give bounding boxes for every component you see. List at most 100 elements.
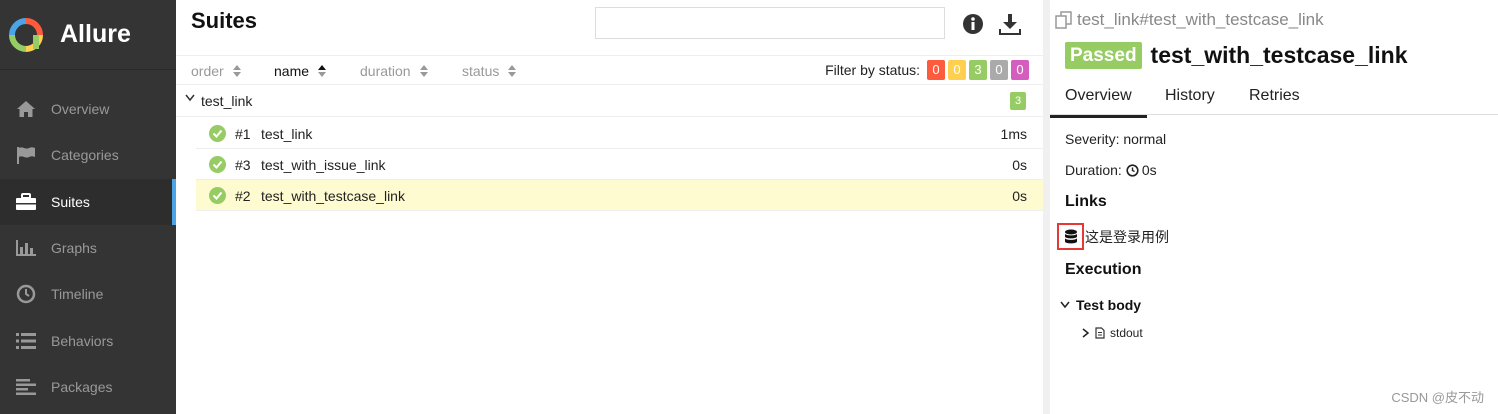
testcase-header: Passed test_with_testcase_link — [1065, 42, 1408, 69]
download-icon[interactable] — [998, 13, 1022, 37]
sidebar-item-packages[interactable]: Packages — [0, 364, 176, 410]
list-icon — [14, 329, 38, 353]
file-icon — [1095, 327, 1105, 339]
briefcase-icon — [14, 190, 38, 214]
links-heading: Links — [1065, 193, 1107, 210]
search-input[interactable] — [595, 7, 945, 39]
tab-overview[interactable]: Overview — [1050, 87, 1147, 118]
attachment-label: stdout — [1110, 326, 1143, 340]
brand[interactable]: Allure — [0, 0, 176, 70]
sort-label: duration — [360, 63, 411, 79]
sidebar-item-categories[interactable]: Categories — [0, 132, 176, 178]
copy-icon — [1055, 11, 1072, 29]
sidebar-item-label: Categories — [51, 147, 119, 164]
filter-skipped-badge[interactable]: 0 — [990, 60, 1008, 80]
filter-label: Filter by status: — [825, 62, 920, 78]
sidebar-item-label: Packages — [51, 378, 113, 395]
sidebar-item-label: Suites — [51, 193, 90, 210]
sidebar-item-label: Timeline — [51, 286, 104, 303]
test-number: #2 — [235, 188, 251, 204]
test-body-label: Test body — [1076, 297, 1142, 313]
sidebar-item-graphs[interactable]: Graphs — [0, 225, 176, 271]
test-number: #3 — [235, 157, 251, 173]
allure-report: Allure Overview Categories Suites Graphs — [0, 0, 1498, 414]
testcase-tabs: Overview History Retries — [1050, 80, 1498, 118]
test-row-selected[interactable]: #2 test_with_testcase_link 0s — [196, 180, 1043, 211]
passed-check-icon — [209, 125, 226, 142]
home-icon — [14, 97, 38, 121]
sort-name-button[interactable]: name — [274, 63, 327, 79]
database-icon — [1057, 223, 1084, 250]
duration-value: 0s — [1141, 162, 1157, 178]
sort-caret-icon — [232, 65, 241, 77]
sidebar-item-label: Behaviors — [51, 332, 114, 349]
watermark: CSDN @皮不动 — [1391, 390, 1484, 405]
link-text: 这是登录用例 — [1085, 228, 1169, 245]
suite-group-name: test_link — [201, 93, 253, 109]
attachment-stdout[interactable]: stdout — [1082, 326, 1143, 340]
brand-name: Allure — [60, 20, 131, 48]
chevron-down-icon — [185, 94, 195, 102]
test-row[interactable]: #3 test_with_issue_link 0s — [196, 149, 1043, 180]
bar-chart-icon — [14, 236, 38, 260]
status-filter: Filter by status: 0 0 3 0 0 — [825, 60, 1029, 80]
execution-heading: Execution — [1065, 261, 1142, 278]
filter-failed-badge[interactable]: 0 — [927, 60, 945, 80]
test-name: test_with_testcase_link — [261, 188, 405, 204]
allure-logo-icon — [9, 17, 43, 52]
test-duration: 0s — [1012, 188, 1027, 204]
test-name: test_with_issue_link — [261, 157, 386, 173]
filter-passed-badge[interactable]: 3 — [969, 60, 987, 80]
sort-status-button[interactable]: status — [462, 63, 517, 79]
sidebar-item-suites[interactable]: Suites — [0, 178, 176, 226]
test-row[interactable]: #1 test_link 1ms — [196, 118, 1043, 149]
testcase-pane: test_link#test_with_testcase_link Passed… — [1050, 0, 1498, 414]
sort-label: order — [191, 63, 224, 79]
test-body-step[interactable]: Test body — [1060, 297, 1141, 313]
tab-history[interactable]: History — [1165, 87, 1215, 115]
filter-broken-badge[interactable]: 0 — [948, 60, 966, 80]
testcase-title: test_with_testcase_link — [1150, 42, 1408, 68]
chevron-right-icon — [1082, 328, 1090, 338]
sidebar-item-label: Overview — [51, 101, 110, 118]
sort-caret-icon — [318, 65, 327, 77]
suites-pane: Suites order name duration status Filter… — [176, 0, 1043, 414]
sort-label: name — [274, 63, 310, 79]
test-duration: 1ms — [1000, 126, 1027, 142]
flag-icon — [14, 143, 38, 167]
suite-group-count: 3 — [1010, 92, 1026, 110]
info-icon[interactable] — [962, 13, 986, 37]
suite-group[interactable]: test_link 3 — [176, 86, 1043, 117]
test-duration: 0s — [1012, 157, 1027, 173]
page-title: Suites — [191, 8, 258, 33]
testcase-link[interactable]: 这是登录用例 — [1057, 223, 1169, 250]
breadcrumb[interactable]: test_link#test_with_testcase_link — [1055, 10, 1324, 30]
sidebar-item-overview[interactable]: Overview — [0, 86, 176, 132]
status-badge: Passed — [1065, 42, 1142, 69]
tab-retries[interactable]: Retries — [1249, 87, 1300, 115]
sort-label: status — [462, 63, 500, 79]
sidebar-item-behaviors[interactable]: Behaviors — [0, 317, 176, 363]
breadcrumb-text: test_link#test_with_testcase_link — [1077, 10, 1324, 29]
sort-duration-button[interactable]: duration — [360, 63, 428, 79]
clock-icon — [1126, 163, 1139, 177]
test-name: test_link — [261, 126, 313, 142]
chevron-down-icon — [1060, 301, 1070, 309]
test-number: #1 — [235, 126, 251, 142]
sidebar-item-label: Graphs — [51, 240, 97, 257]
passed-check-icon — [209, 156, 226, 173]
passed-check-icon — [209, 187, 226, 204]
duration-field: Duration: 0s — [1065, 162, 1157, 178]
severity-field: Severity: normal — [1065, 131, 1167, 147]
sidebar: Allure Overview Categories Suites Graphs — [0, 0, 176, 414]
sort-order-button[interactable]: order — [191, 63, 241, 79]
filter-unknown-badge[interactable]: 0 — [1011, 60, 1029, 80]
pane-splitter[interactable] — [1043, 0, 1050, 414]
clock-icon — [14, 282, 38, 306]
sort-bar: order name duration status Filter by sta… — [176, 55, 1043, 85]
sidebar-item-timeline[interactable]: Timeline — [0, 271, 176, 317]
sort-caret-icon — [419, 65, 428, 77]
duration-label: Duration: — [1065, 162, 1122, 178]
align-left-icon — [14, 375, 38, 399]
sort-caret-icon — [508, 65, 517, 77]
